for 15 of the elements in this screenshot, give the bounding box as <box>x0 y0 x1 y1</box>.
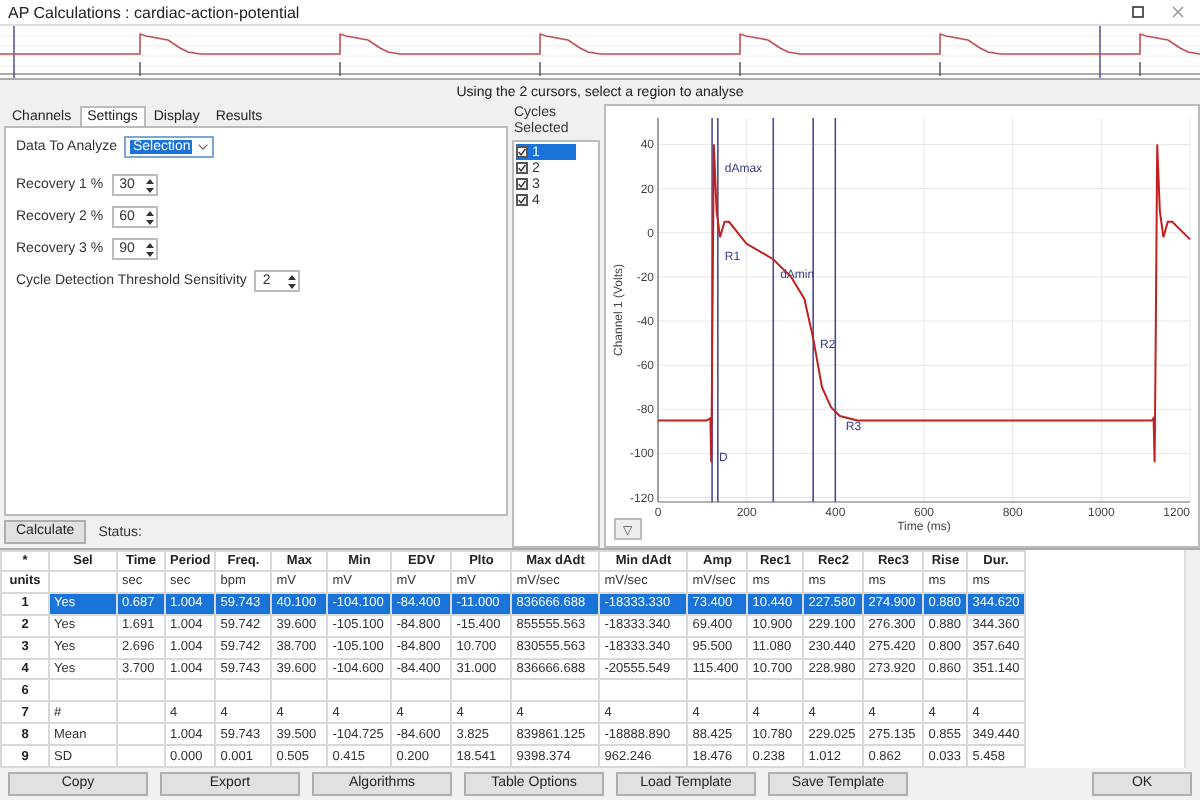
scrollbar[interactable] <box>1184 550 1200 768</box>
close-icon[interactable] <box>1172 6 1184 18</box>
cursor-line[interactable] <box>834 117 837 503</box>
cursor-line[interactable] <box>772 117 775 503</box>
chevron-down-icon <box>198 144 209 150</box>
maximize-icon[interactable] <box>1132 6 1144 18</box>
spinner-arrows-icon[interactable] <box>145 241 154 257</box>
checkbox[interactable] <box>516 194 528 206</box>
checkbox[interactable] <box>516 146 528 158</box>
checkbox[interactable] <box>516 162 528 174</box>
spinner-arrows-icon[interactable] <box>145 209 154 225</box>
spinner-arrows-icon[interactable] <box>288 273 297 289</box>
checkbox[interactable] <box>516 178 528 190</box>
spinner-arrows-icon[interactable] <box>145 177 154 193</box>
window-title: AP Calculations : cardiac-action-potential <box>8 3 302 21</box>
